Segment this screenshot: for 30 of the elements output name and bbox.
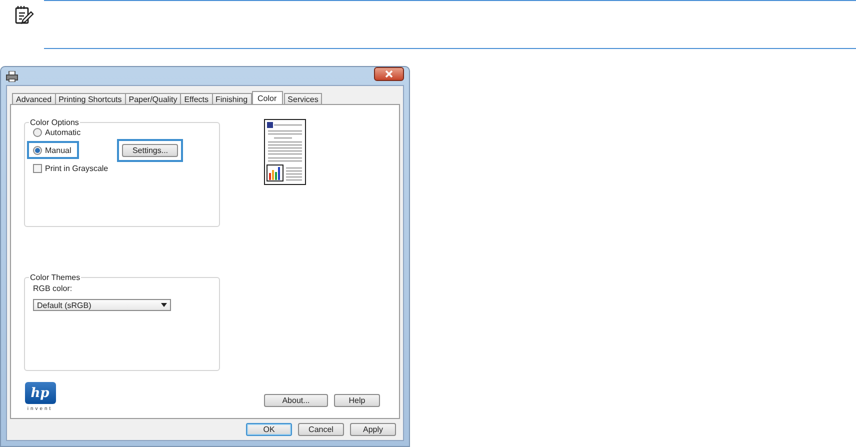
tab[interactable]: Finishing — [212, 93, 252, 104]
field-label: RGB color: — [33, 284, 74, 293]
tab[interactable]: Effects — [180, 93, 213, 104]
radio-label: Automatic — [45, 128, 81, 137]
hp-logo: hp — [24, 382, 56, 404]
dropdown-arrow-icon — [161, 303, 167, 307]
close-icon — [385, 70, 393, 78]
radio-button[interactable] — [33, 128, 42, 137]
group-title: Color Options — [29, 118, 80, 127]
checkbox[interactable] — [33, 164, 42, 173]
settings-button[interactable]: Settings... — [122, 144, 178, 156]
page-preview-drawing — [264, 119, 306, 185]
tab[interactable]: Printing Shortcuts — [54, 93, 126, 104]
checkbox-label: Print in Grayscale — [45, 164, 108, 173]
about-button[interactable]: About... — [264, 394, 328, 407]
dialog-button[interactable]: OK — [246, 423, 292, 436]
help-button[interactable]: Help — [334, 394, 380, 407]
tab[interactable]: Color — [252, 91, 283, 104]
close-button[interactable] — [374, 67, 404, 81]
group-title: Color Themes — [29, 273, 82, 282]
tab[interactable]: Paper/Quality — [124, 93, 182, 104]
dialog-button[interactable]: Cancel — [298, 423, 344, 436]
rgb-color-dropdown[interactable]: Default (sRGB) — [33, 299, 171, 311]
tab[interactable]: Advanced — [12, 93, 56, 104]
printer-icon — [6, 70, 18, 82]
radio-button[interactable] — [33, 146, 42, 154]
radio-label: Manual — [45, 146, 72, 154]
tab[interactable]: Services — [284, 93, 322, 104]
note-icon — [14, 5, 34, 25]
dialog-button[interactable]: Apply — [350, 423, 396, 436]
